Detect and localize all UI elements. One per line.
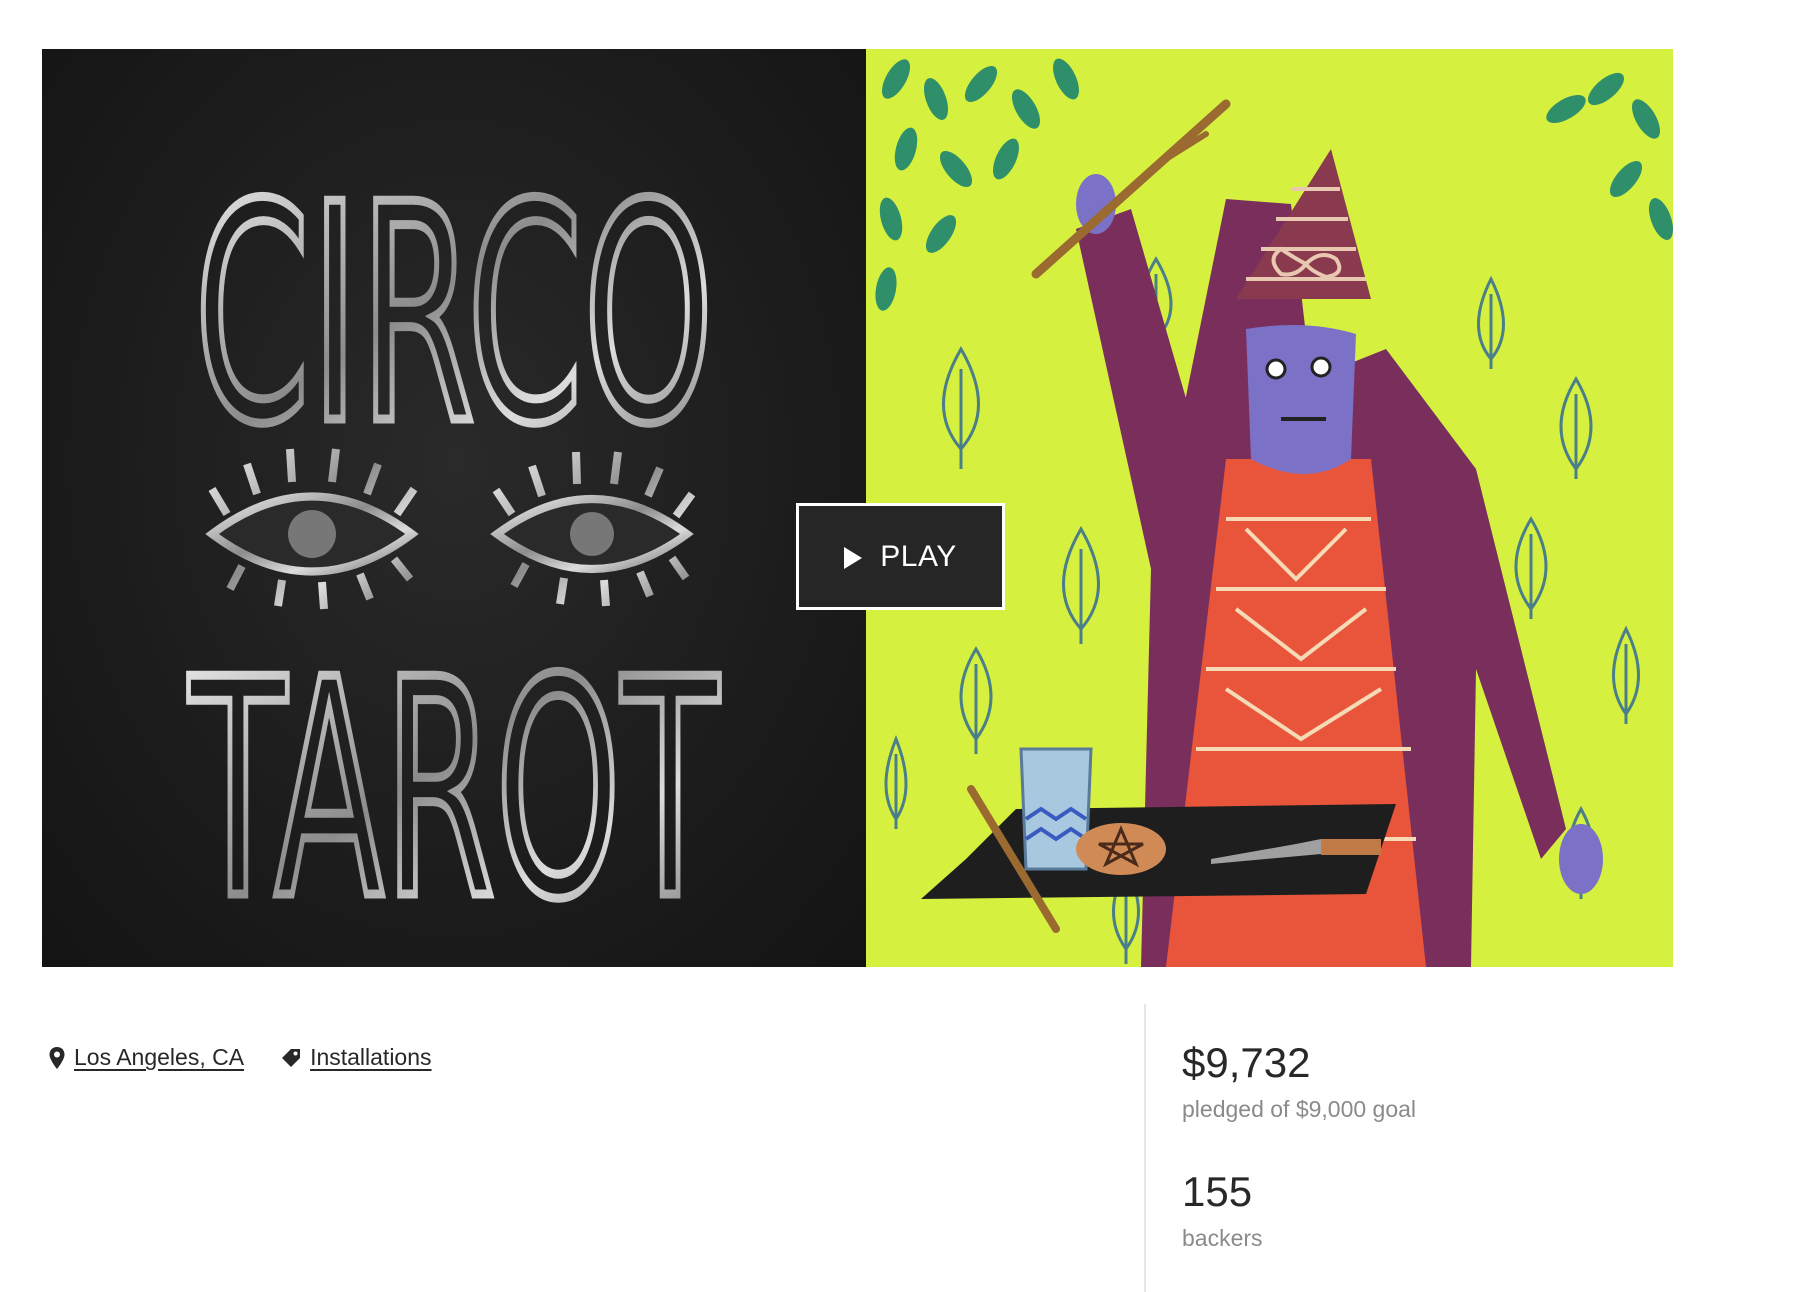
location-link-item[interactable]: Los Angeles, CA <box>48 1044 244 1071</box>
artwork-title-panel: CIRCO TAROT <box>42 49 866 967</box>
artwork-title-circo: CIRCO <box>194 141 714 490</box>
pledged-stat: $9,732 pledged of $9,000 goal <box>1182 1039 1417 1123</box>
artwork-title-tarot: TAROT <box>186 616 721 965</box>
category-link[interactable]: Installations <box>310 1044 431 1071</box>
map-pin-icon <box>48 1046 66 1070</box>
project-meta: Los Angeles, CA Installations <box>48 1044 432 1071</box>
pledged-amount: $9,732 <box>1182 1039 1311 1086</box>
play-label: PLAY <box>880 539 957 573</box>
project-video[interactable]: CIRCO TAROT PLAY <box>42 49 1673 967</box>
funding-stats: $9,732 pledged of $9,000 goal 155 backer… <box>1182 1039 1417 1252</box>
backers-stat: 155 backers <box>1182 1168 1416 1252</box>
face <box>1246 325 1356 474</box>
backers-count: 155 <box>1182 1168 1253 1216</box>
project-page: CIRCO TAROT PLAY Los Angeles, CA Install… <box>0 0 1812 1292</box>
play-button[interactable]: PLAY <box>796 503 1005 610</box>
category-link-item[interactable]: Installations <box>280 1044 432 1071</box>
artwork-lettering: CIRCO TAROT <box>182 137 726 968</box>
pledged-label: pledged of $9,000 goal <box>1182 1096 1417 1123</box>
stats-divider <box>1144 1004 1146 1292</box>
play-triangle-icon <box>844 547 863 569</box>
location-link[interactable]: Los Angeles, CA <box>74 1044 244 1071</box>
tag-icon <box>280 1047 302 1069</box>
backers-label: backers <box>1182 1225 1263 1252</box>
